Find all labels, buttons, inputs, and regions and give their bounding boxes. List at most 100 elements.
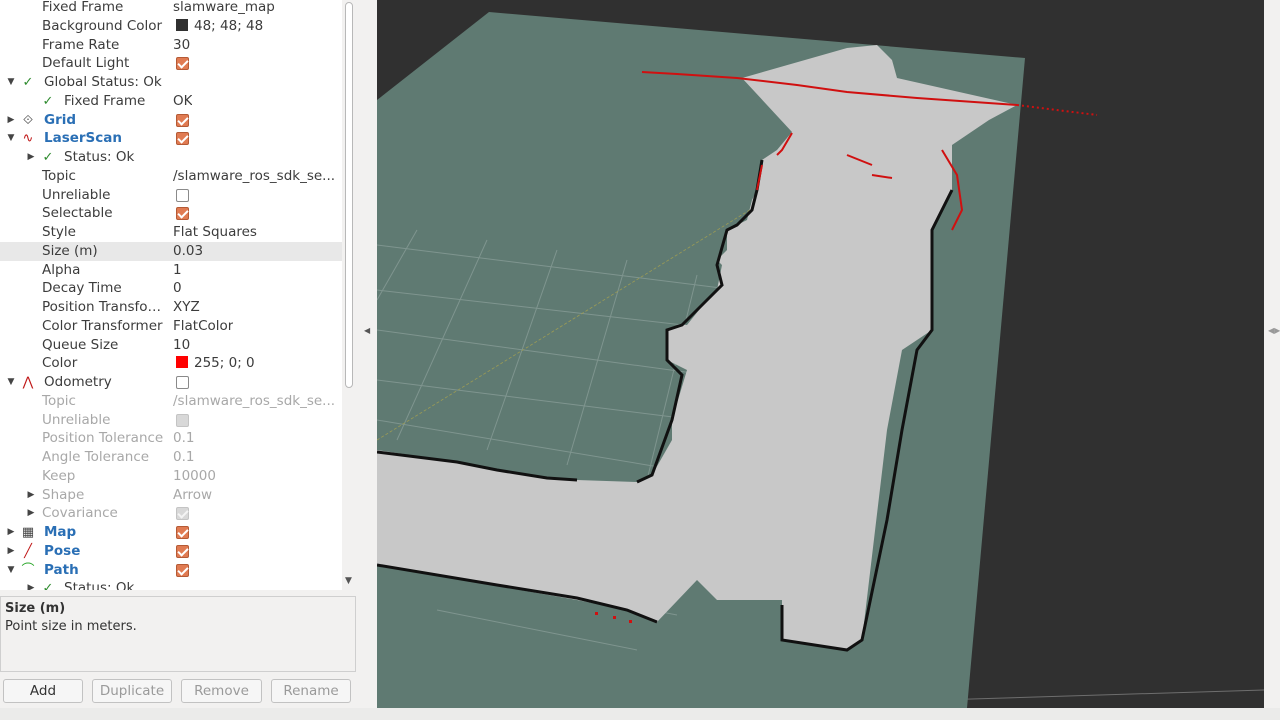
tree-row[interactable]: Selectable: [0, 204, 342, 223]
tree-row[interactable]: Topic/slamware_ros_sdk_se...: [0, 392, 342, 411]
tree-row[interactable]: Default Light: [0, 54, 342, 73]
checkbox[interactable]: [176, 413, 189, 427]
collapse-left-icon[interactable]: ◀: [364, 326, 370, 335]
property-value[interactable]: 0.1: [173, 448, 194, 467]
property-description: Size (m) Point size in meters.: [0, 596, 356, 672]
property-value[interactable]: /slamware_ros_sdk_se...: [173, 392, 335, 411]
map-icon: ▦: [21, 525, 35, 540]
tree-row[interactable]: Unreliable: [0, 186, 342, 205]
tree-row[interactable]: ▶ Shape Arrow: [0, 486, 342, 505]
checkbox[interactable]: [176, 526, 189, 539]
add-button[interactable]: Add: [3, 679, 83, 703]
check-icon: ✓: [42, 93, 54, 109]
property-value[interactable]: 10: [173, 336, 190, 355]
property-value[interactable]: Arrow: [173, 486, 212, 505]
checkbox[interactable]: [176, 544, 189, 558]
tree-row[interactable]: Alpha 1: [0, 261, 342, 280]
collapse-right-icon[interactable]: ◀▶: [1268, 326, 1280, 335]
color-swatch: [176, 18, 188, 31]
rename-button[interactable]: Rename: [271, 679, 351, 703]
checkbox[interactable]: [176, 113, 189, 127]
property-value[interactable]: OK: [173, 92, 192, 111]
property-label: Position Tolerance: [42, 430, 164, 447]
property-value[interactable]: 0.03: [173, 242, 203, 261]
collapsed-arrow-icon[interactable]: ▶: [26, 504, 36, 523]
panel-splitter[interactable]: ◀: [356, 0, 377, 720]
tree-row[interactable]: ▼ ⌒ Path: [0, 561, 342, 580]
property-label: Path: [44, 561, 79, 578]
checkbox[interactable]: [176, 207, 189, 221]
collapsed-arrow-icon[interactable]: ▶: [6, 111, 16, 130]
property-label: Unreliable: [42, 411, 111, 428]
collapsed-arrow-icon[interactable]: ▶: [6, 542, 16, 561]
tree-row[interactable]: ▶ Covariance: [0, 504, 342, 523]
tree-row[interactable]: ▶ ✓ Status: Ok: [0, 148, 342, 167]
check-icon: ✓: [42, 581, 54, 590]
scene-svg: [377, 12, 1264, 708]
checkbox[interactable]: [176, 57, 189, 71]
tree-row[interactable]: ▼ ∿ LaserScan: [0, 129, 342, 148]
tree-row[interactable]: ▶ ▦ Map: [0, 523, 342, 542]
tree-row[interactable]: Frame Rate 30: [0, 36, 342, 55]
tree-row[interactable]: Fixed Frame slamware_map: [0, 0, 342, 17]
property-value[interactable]: 10000: [173, 467, 216, 486]
color-swatch: [176, 356, 188, 369]
collapsed-arrow-icon[interactable]: ▶: [26, 486, 36, 505]
property-value[interactable]: 48; 48; 48: [176, 17, 263, 36]
tree-row[interactable]: ✓ Fixed Frame OK: [0, 92, 342, 111]
property-label: Covariance: [42, 505, 118, 522]
tree-row[interactable]: Size (m) 0.03: [0, 241, 342, 261]
remove-button[interactable]: Remove: [181, 679, 262, 703]
property-label: Position Transfo…: [42, 299, 162, 315]
tree-row[interactable]: ▼ ⋀ Odometry: [0, 373, 342, 392]
property-value[interactable]: /slamware_ros_sdk_se...: [173, 167, 335, 186]
duplicate-button[interactable]: Duplicate: [92, 679, 172, 703]
collapsed-arrow-icon[interactable]: ▶: [26, 579, 36, 590]
checkbox[interactable]: [176, 563, 189, 577]
checkbox[interactable]: [176, 132, 189, 146]
scroll-down-arrow-icon[interactable]: ▼: [345, 576, 352, 586]
property-value[interactable]: 1: [173, 261, 182, 280]
property-value[interactable]: 30: [173, 36, 190, 55]
tree-row[interactable]: Color 255; 0; 0: [0, 354, 342, 373]
tree-row[interactable]: ▶ ✓ Status: Ok: [0, 579, 342, 590]
collapsed-arrow-icon[interactable]: ▶: [6, 523, 16, 542]
tree-scrollbar[interactable]: ▼: [342, 0, 356, 590]
displays-tree[interactable]: Fixed Frame slamware_map Background Color 4…: [0, 0, 342, 590]
property-value[interactable]: slamware_map: [173, 0, 275, 17]
tree-row[interactable]: Decay Time 0: [0, 279, 342, 298]
property-value[interactable]: Flat Squares: [173, 223, 257, 242]
property-value[interactable]: FlatColor: [173, 317, 233, 336]
scrollbar-thumb[interactable]: [345, 2, 353, 388]
property-value[interactable]: XYZ: [173, 298, 200, 317]
expanded-arrow-icon[interactable]: ▼: [6, 561, 16, 580]
tree-row[interactable]: ▼ ✓ Global Status: Ok: [0, 73, 342, 92]
checkbox[interactable]: [176, 188, 189, 202]
tree-row[interactable]: ▶ ⟐ Grid: [0, 111, 342, 130]
property-label: Map: [44, 524, 77, 540]
checkbox[interactable]: [176, 376, 189, 389]
property-label: Style: [42, 224, 76, 240]
tree-row[interactable]: Style Flat Squares: [0, 223, 342, 242]
tree-row[interactable]: Position Transfo… XYZ: [0, 298, 342, 317]
expanded-arrow-icon[interactable]: ▼: [6, 129, 16, 148]
property-value[interactable]: 0: [173, 279, 182, 298]
tree-row[interactable]: ▶ ╱ Pose: [0, 542, 342, 561]
tree-row[interactable]: Color Transformer FlatColor: [0, 317, 342, 336]
tree-row[interactable]: Keep 10000: [0, 467, 342, 486]
3d-render-view[interactable]: [377, 0, 1264, 708]
tree-row[interactable]: Background Color 48; 48; 48: [0, 17, 342, 36]
property-value[interactable]: 0.1: [173, 429, 194, 448]
tree-row[interactable]: Topic/slamware_ros_sdk_se...: [0, 167, 342, 186]
displays-panel: Fixed Frame slamware_map Background Color 4…: [0, 0, 356, 720]
grid-icon: ⟐: [22, 112, 34, 128]
collapsed-arrow-icon[interactable]: ▶: [26, 148, 36, 167]
tree-row[interactable]: Unreliable: [0, 411, 342, 430]
expanded-arrow-icon[interactable]: ▼: [6, 373, 16, 392]
checkbox[interactable]: [176, 507, 189, 521]
tree-row[interactable]: Position Tolerance 0.1: [0, 429, 342, 448]
expanded-arrow-icon[interactable]: ▼: [6, 73, 16, 92]
tree-row[interactable]: Queue Size 10: [0, 336, 342, 355]
property-value[interactable]: 255; 0; 0: [176, 354, 255, 373]
tree-row[interactable]: Angle Tolerance 0.1: [0, 448, 342, 467]
